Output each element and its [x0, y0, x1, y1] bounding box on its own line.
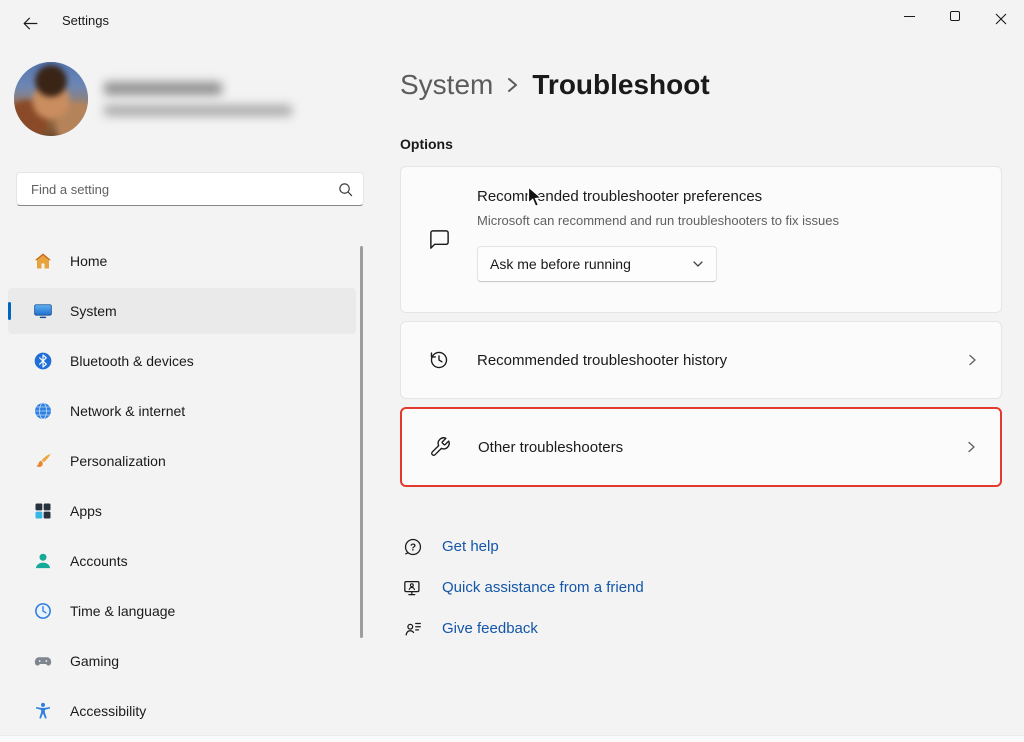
- help-links: ? Get help Quick assistance from a frien…: [400, 533, 1002, 642]
- history-clock-icon: [428, 349, 450, 371]
- sidebar-item-label: Accessibility: [70, 703, 146, 719]
- sidebar-item-label: Accounts: [70, 553, 128, 569]
- sidebar-item-label: Personalization: [70, 453, 166, 469]
- user-info: [104, 82, 292, 116]
- search-input[interactable]: [29, 181, 338, 198]
- sidebar-item-label: Home: [70, 253, 107, 269]
- sidebar-item-label: Time & language: [70, 603, 175, 619]
- other-troubleshooters-card[interactable]: Other troubleshooters: [400, 407, 1002, 487]
- link-label: Get help: [442, 538, 499, 555]
- back-arrow-icon: [22, 15, 39, 32]
- sidebar: Home System Bluetooth & devices Network …: [0, 48, 380, 742]
- sidebar-scrollbar[interactable]: [360, 246, 363, 638]
- close-button[interactable]: [978, 0, 1024, 38]
- search-box[interactable]: [16, 172, 364, 206]
- user-name-blurred: [104, 82, 222, 95]
- card-title: Recommended troubleshooter preferences: [477, 187, 985, 207]
- breadcrumb: System Troubleshoot: [400, 64, 1002, 106]
- maximize-icon: [950, 11, 960, 21]
- sidebar-item-system[interactable]: System: [8, 288, 356, 334]
- card-subtitle: Microsoft can recommend and run troubles…: [477, 212, 985, 229]
- troubleshooter-preference-dropdown[interactable]: Ask me before running: [477, 246, 717, 282]
- card-title: Other troubleshooters: [478, 439, 964, 456]
- feedback-person-icon: [402, 618, 424, 640]
- card-icon-column: [401, 187, 477, 292]
- link-label: Give feedback: [442, 620, 538, 637]
- paint-brush-icon: [32, 450, 54, 472]
- quick-assistance-link[interactable]: Quick assistance from a friend: [402, 574, 1002, 601]
- close-icon: [995, 13, 1007, 25]
- svg-text:?: ?: [410, 542, 416, 553]
- page-title: Troubleshoot: [532, 69, 709, 101]
- avatar[interactable]: [14, 62, 88, 136]
- game-controller-icon: [32, 650, 54, 672]
- link-label: Quick assistance from a friend: [442, 579, 644, 596]
- maximize-button[interactable]: [932, 0, 978, 38]
- sidebar-item-bluetooth-devices[interactable]: Bluetooth & devices: [8, 338, 356, 384]
- bluetooth-icon: [32, 350, 54, 372]
- user-email-blurred: [104, 105, 292, 116]
- card-icon-column: [401, 349, 477, 371]
- give-feedback-link[interactable]: Give feedback: [402, 615, 1002, 642]
- sidebar-item-home[interactable]: Home: [8, 238, 356, 284]
- sidebar-item-label: System: [70, 303, 117, 319]
- chevron-down-icon: [692, 258, 704, 270]
- sidebar-item-accessibility[interactable]: Accessibility: [8, 688, 356, 734]
- dropdown-value: Ask me before running: [490, 256, 631, 272]
- chevron-right-icon: [965, 353, 979, 367]
- get-help-link[interactable]: ? Get help: [402, 533, 1002, 560]
- wrench-icon: [429, 436, 451, 458]
- sidebar-item-label: Gaming: [70, 653, 119, 669]
- sidebar-nav: Home System Bluetooth & devices Network …: [8, 238, 356, 738]
- card-title: Recommended troubleshooter history: [477, 352, 965, 369]
- home-icon: [32, 250, 54, 272]
- window-title: Settings: [62, 13, 109, 28]
- window-controls: [886, 0, 1024, 38]
- section-label: Options: [400, 136, 1002, 154]
- clock-icon: [32, 600, 54, 622]
- globe-icon: [32, 400, 54, 422]
- accessibility-icon: [32, 700, 54, 722]
- person-icon: [32, 550, 54, 572]
- window-bottom-edge: [0, 735, 1024, 742]
- main-content: System Troubleshoot Options Recommended …: [400, 48, 1002, 656]
- avatar-image: [14, 62, 88, 136]
- account-profile[interactable]: [14, 62, 292, 136]
- minimize-button[interactable]: [886, 0, 932, 38]
- speech-bubble-icon: [428, 228, 451, 251]
- search-icon: [338, 182, 353, 197]
- remote-screen-icon: [402, 577, 424, 599]
- sidebar-item-apps[interactable]: Apps: [8, 488, 356, 534]
- system-icon: [32, 300, 54, 322]
- sidebar-item-accounts[interactable]: Accounts: [8, 538, 356, 584]
- recommended-history-card[interactable]: Recommended troubleshooter history: [400, 321, 1002, 399]
- sidebar-item-network-internet[interactable]: Network & internet: [8, 388, 356, 434]
- card-body: Recommended troubleshooter preferences M…: [477, 187, 985, 292]
- apps-grid-icon: [32, 500, 54, 522]
- sidebar-item-label: Bluetooth & devices: [70, 353, 194, 369]
- sidebar-item-label: Apps: [70, 503, 102, 519]
- breadcrumb-system[interactable]: System: [400, 69, 493, 101]
- sidebar-item-time-language[interactable]: Time & language: [8, 588, 356, 634]
- sidebar-item-gaming[interactable]: Gaming: [8, 638, 356, 684]
- minimize-icon: [904, 16, 915, 17]
- card-icon-column: [402, 436, 478, 458]
- back-button[interactable]: [14, 8, 46, 38]
- sidebar-item-label: Network & internet: [70, 403, 185, 419]
- sidebar-item-personalization[interactable]: Personalization: [8, 438, 356, 484]
- titlebar: Settings: [0, 0, 1024, 48]
- recommended-preferences-card: Recommended troubleshooter preferences M…: [400, 166, 1002, 313]
- help-icon: ?: [402, 536, 424, 558]
- chevron-right-icon: [964, 440, 978, 454]
- breadcrumb-chevron-icon: [506, 74, 519, 96]
